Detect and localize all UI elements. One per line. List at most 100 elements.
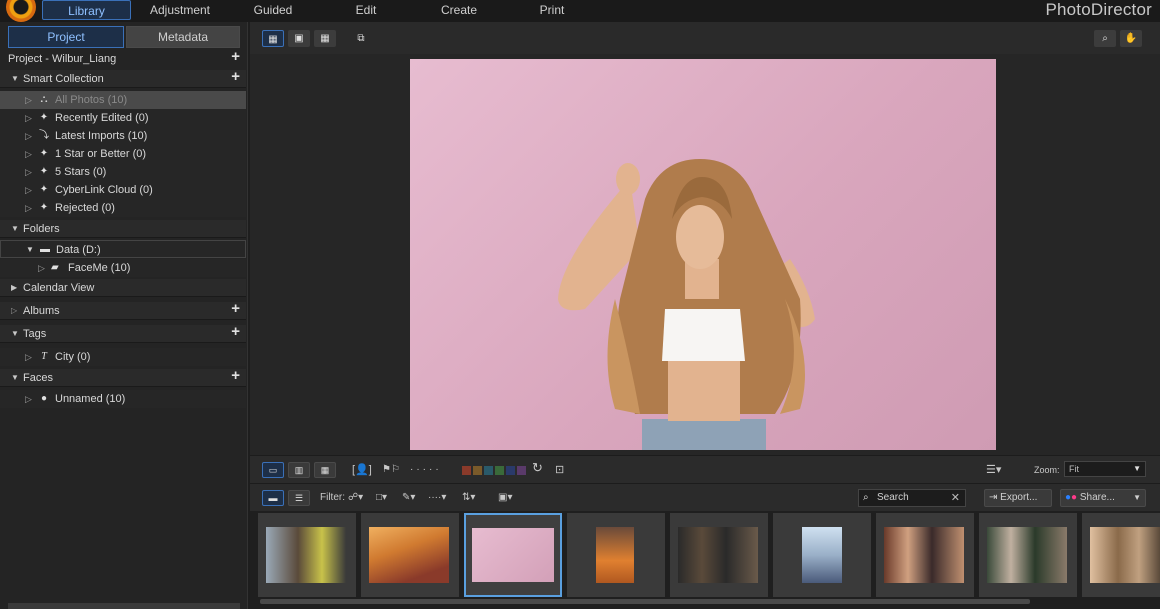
folders-header[interactable]: ▼ Folders bbox=[0, 220, 246, 238]
calendar-view-header[interactable]: ▶ Calendar View bbox=[0, 279, 246, 297]
collection-five-stars[interactable]: ▷ ✦ 5 Stars (0) bbox=[0, 163, 246, 181]
hand-tool-icon[interactable]: ✋ bbox=[1120, 30, 1142, 47]
filter-edit-icon[interactable]: ✎▾ bbox=[402, 491, 415, 505]
filmstrip-scrollbar[interactable] bbox=[260, 599, 1030, 604]
filmstrip-compare-icon[interactable]: ▥ bbox=[288, 462, 310, 478]
face-unnamed[interactable]: ▷ ● Unnamed (10) bbox=[0, 390, 246, 408]
collapsed-triangle-icon[interactable]: ▷ bbox=[25, 348, 32, 366]
sort-icon[interactable]: ☰▾ bbox=[986, 463, 1001, 477]
expanded-triangle-icon[interactable]: ▼ bbox=[11, 220, 19, 238]
tab-library[interactable]: Library bbox=[42, 0, 131, 20]
color-label-orange[interactable] bbox=[473, 466, 482, 475]
collapsed-triangle-icon[interactable]: ▷ bbox=[38, 259, 45, 277]
collapsed-triangle-icon[interactable]: ▷ bbox=[25, 127, 32, 145]
add-face-icon[interactable]: + bbox=[231, 367, 240, 385]
collapsed-triangle-icon[interactable]: ▷ bbox=[25, 145, 32, 163]
collection-latest-imports[interactable]: ▷ ⤵ Latest Imports (10) bbox=[0, 127, 246, 145]
stack-icon[interactable]: ▣▾ bbox=[498, 491, 512, 505]
thumbnail[interactable] bbox=[979, 513, 1077, 597]
folder-label: FaceMe (10) bbox=[68, 262, 131, 274]
collapsed-triangle-icon[interactable]: ▷ bbox=[11, 302, 17, 320]
browser-toolbar: ▭ ▥ ▦ [👤] ⚑⚐ ····· ↻ ⊡ ☰▾ Zoom: Fit ▼ bbox=[250, 455, 1160, 483]
tab-edit[interactable]: Edit bbox=[340, 0, 392, 20]
smart-collection-header[interactable]: ▼ Smart Collection + bbox=[0, 68, 246, 88]
collapsed-triangle-icon[interactable]: ▷ bbox=[25, 199, 32, 217]
collapsed-triangle-icon[interactable]: ▷ bbox=[25, 163, 32, 181]
color-label-blue[interactable] bbox=[506, 466, 515, 475]
tab-adjustment[interactable]: Adjustment bbox=[140, 0, 220, 20]
add-smart-collection-icon[interactable]: + bbox=[231, 68, 240, 86]
color-label-teal[interactable] bbox=[484, 466, 493, 475]
slideshow-icon[interactable]: ⊡ bbox=[555, 463, 564, 477]
filmstrip-multi-icon[interactable]: ▦ bbox=[314, 462, 336, 478]
grid-view-icon[interactable]: ▦ bbox=[314, 30, 336, 47]
thumbnail[interactable] bbox=[567, 513, 665, 597]
albums-header[interactable]: ▷ Albums + bbox=[0, 300, 246, 320]
browser-view-icon[interactable]: ▦ bbox=[262, 30, 284, 47]
dropdown-arrow-icon[interactable]: ▼ bbox=[1133, 490, 1141, 506]
collapsed-triangle-icon[interactable]: ▷ bbox=[25, 91, 32, 109]
second-monitor-icon[interactable]: ⧉ bbox=[350, 30, 372, 47]
clear-search-icon[interactable]: ✕ bbox=[951, 490, 960, 506]
tags-header[interactable]: ▼ Tags + bbox=[0, 323, 246, 343]
collapsed-triangle-icon[interactable]: ▷ bbox=[25, 390, 32, 408]
collection-one-star[interactable]: ▷ ✦ 1 Star or Better (0) bbox=[0, 145, 246, 163]
collection-cyberlink-cloud[interactable]: ▷ ✦ CyberLink Cloud (0) bbox=[0, 181, 246, 199]
thumbnail-selected[interactable] bbox=[464, 513, 562, 597]
face-tag-icon[interactable]: [👤] bbox=[352, 463, 372, 477]
tab-print[interactable]: Print bbox=[528, 0, 576, 20]
expanded-triangle-icon[interactable]: ▼ bbox=[26, 241, 34, 259]
viewer-mode-icon[interactable]: ▣ bbox=[288, 30, 310, 47]
tab-create[interactable]: Create bbox=[430, 0, 488, 20]
filter-more-icon[interactable]: ····▾ bbox=[428, 491, 446, 505]
folder-faceme[interactable]: ▷ ▰ FaceMe (10) bbox=[0, 259, 246, 277]
thumbnail[interactable] bbox=[258, 513, 356, 597]
expanded-triangle-icon[interactable]: ▼ bbox=[11, 325, 19, 343]
collection-recently-edited[interactable]: ▷ ✦ Recently Edited (0) bbox=[0, 109, 246, 127]
share-button[interactable]: ●● Share... ▼ bbox=[1060, 489, 1146, 507]
faces-header[interactable]: ▼ Faces + bbox=[0, 367, 246, 387]
tag-text-icon: T bbox=[41, 351, 47, 362]
tab-project[interactable]: Project bbox=[8, 26, 124, 48]
tag-city[interactable]: ▷ T City (0) bbox=[0, 348, 246, 366]
thumbnail-image bbox=[472, 528, 554, 582]
folder-drive[interactable]: ▼ ▬ Data (D:) bbox=[0, 240, 246, 258]
sort-order-icon[interactable]: ⇅▾ bbox=[462, 491, 475, 505]
collection-rejected[interactable]: ▷ ✦ Rejected (0) bbox=[0, 199, 246, 217]
thumbnail[interactable] bbox=[876, 513, 974, 597]
export-button[interactable]: ⇥ Export... bbox=[984, 489, 1052, 507]
color-label-red[interactable] bbox=[462, 466, 471, 475]
collection-label: 5 Stars (0) bbox=[55, 166, 107, 178]
color-label-green[interactable] bbox=[495, 466, 504, 475]
thumbnail[interactable] bbox=[670, 513, 768, 597]
filter-people-icon[interactable]: ☍▾ bbox=[348, 491, 363, 505]
tab-guided[interactable]: Guided bbox=[240, 0, 306, 20]
color-label-purple[interactable] bbox=[517, 466, 526, 475]
zoom-tool-icon[interactable]: ⌕ bbox=[1094, 30, 1116, 47]
add-project-icon[interactable]: + bbox=[231, 48, 240, 66]
filmstrip-single-icon[interactable]: ▭ bbox=[262, 462, 284, 478]
add-tag-icon[interactable]: + bbox=[231, 323, 240, 341]
filter-frame-icon[interactable]: □▾ bbox=[376, 491, 387, 505]
zoom-select[interactable]: Fit ▼ bbox=[1064, 461, 1146, 477]
list-view-icon[interactable]: ☰ bbox=[288, 490, 310, 506]
rotate-icon[interactable]: ↻ bbox=[532, 461, 543, 475]
add-album-icon[interactable]: + bbox=[231, 300, 240, 318]
collection-all-photos[interactable]: ▷ ⛬ All Photos (10) bbox=[0, 91, 246, 109]
collapsed-triangle-icon[interactable]: ▶ bbox=[11, 279, 17, 297]
tab-metadata[interactable]: Metadata bbox=[126, 26, 240, 48]
thumbnail[interactable] bbox=[361, 513, 459, 597]
sparkle-icon: ✦ bbox=[39, 112, 49, 123]
expanded-triangle-icon[interactable]: ▼ bbox=[11, 369, 19, 387]
rating-dots-icon[interactable]: ····· bbox=[410, 463, 442, 477]
thumbnail-image bbox=[1090, 527, 1160, 583]
collapsed-triangle-icon[interactable]: ▷ bbox=[25, 109, 32, 127]
thumbnail-view-icon[interactable]: ▬ bbox=[262, 490, 284, 506]
flag-icon[interactable]: ⚑⚐ bbox=[382, 463, 400, 477]
thumbnail[interactable] bbox=[773, 513, 871, 597]
folders-label: Folders bbox=[23, 223, 60, 235]
collapsed-triangle-icon[interactable]: ▷ bbox=[25, 181, 32, 199]
expanded-triangle-icon[interactable]: ▼ bbox=[11, 70, 19, 88]
search-input[interactable]: ⌕ Search ✕ bbox=[858, 489, 966, 507]
thumbnail[interactable] bbox=[1082, 513, 1160, 597]
